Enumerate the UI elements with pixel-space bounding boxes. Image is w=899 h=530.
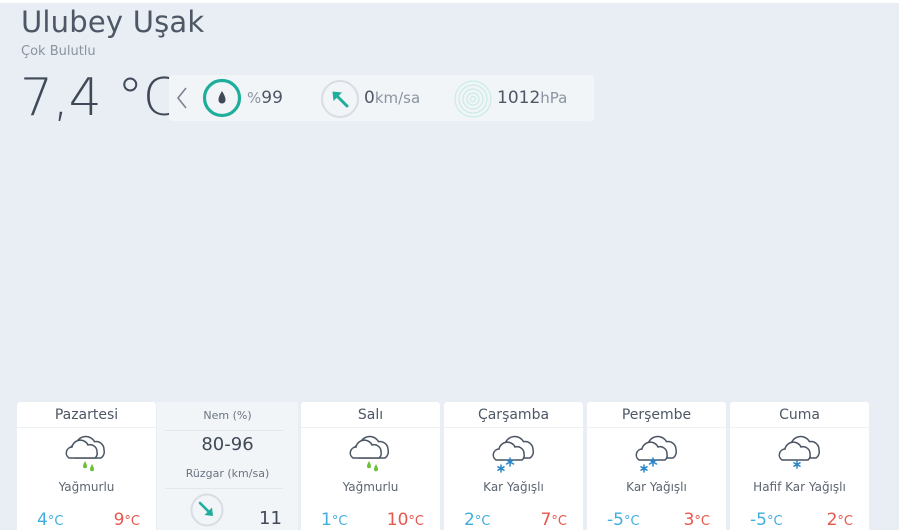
humidity-label: Nem (%) <box>203 409 252 422</box>
humidity-range: 80-96 <box>201 434 254 455</box>
humidity-readout: %99 <box>247 88 283 108</box>
low-temp: 4°C <box>37 510 63 530</box>
wind-label: Rüzgar (km/sa) <box>185 467 270 480</box>
high-temp-value: 7 <box>540 510 552 530</box>
forecast-day: Cuma <box>730 402 869 428</box>
high-temp: 7°C <box>541 510 567 530</box>
forecast-desc: Hafif Kar Yağışlı <box>753 480 846 494</box>
high-temp: 2°C <box>827 510 853 530</box>
forecast-card-pazartesi[interactable]: Pazartesi Yağmurlu 4°C 9°C <box>17 402 156 530</box>
detail-divider <box>165 488 283 489</box>
high-temp: 10°C <box>387 510 424 530</box>
high-temp-unit: °C <box>408 514 424 529</box>
current-temperature: 7,4 °C <box>20 68 179 128</box>
forecast-day: Salı <box>301 402 440 428</box>
forecast-detail-panel: Nem (%) 80-96 Rüzgar (km/sa) 11 <box>157 402 298 530</box>
high-temp-value: 3 <box>683 510 695 530</box>
chevron-left-icon[interactable] <box>173 85 191 115</box>
low-temp-unit: °C <box>766 514 783 529</box>
high-temp-unit: °C <box>124 514 140 529</box>
high-temp-unit: °C <box>551 514 567 529</box>
wind-speed: 11 <box>259 508 282 529</box>
low-temp-unit: °C <box>331 514 348 529</box>
low-temp-unit: °C <box>47 514 64 529</box>
forecast-day: Çarşamba <box>444 402 583 428</box>
low-temp: 1°C <box>321 510 347 530</box>
forecast-card-cuma[interactable]: Cuma Hafif Kar Yağışlı -5°C 2°C <box>730 402 869 530</box>
forecast-card-sali[interactable]: Salı Yağmurlu 1°C 10°C <box>301 402 440 530</box>
low-temp-value: 2 <box>464 510 475 530</box>
wind-direction-icon <box>320 79 360 123</box>
humidity-value: 99 <box>261 88 283 108</box>
wind-readout: 0km/sa <box>364 88 420 108</box>
low-temp-value: 1 <box>321 510 332 530</box>
forecast-card-carsamba[interactable]: Çarşamba Kar Yağışlı 2°C 7°C <box>444 402 583 530</box>
low-temp-unit: °C <box>474 514 491 529</box>
pressure-icon <box>453 79 493 123</box>
current-stats-panel: %99 0km/sa 1012hPa <box>169 75 594 121</box>
pressure-unit: hPa <box>540 89 568 107</box>
location-title: Ulubey Uşak <box>21 5 205 39</box>
forecast-day: Perşembe <box>587 402 726 428</box>
low-temp-value: 4 <box>37 510 48 530</box>
wind-direction-icon <box>190 493 224 530</box>
pressure-readout: 1012hPa <box>497 88 567 108</box>
low-temp-unit: °C <box>623 514 640 529</box>
humidity-drop-icon <box>202 78 242 122</box>
low-temp: -5°C <box>750 510 783 530</box>
high-temp-value: 9 <box>113 510 125 530</box>
forecast-desc: Kar Yağışlı <box>626 480 687 494</box>
forecast-desc: Yağmurlu <box>58 480 115 494</box>
forecast-card-persembe[interactable]: Perşembe Kar Yağışlı -5°C 3°C <box>587 402 726 530</box>
high-temp-unit: °C <box>694 514 710 529</box>
low-temp-value: -5 <box>750 510 767 530</box>
forecast-day: Pazartesi <box>17 402 156 428</box>
condition-text: Çok Bulutlu <box>21 44 96 59</box>
low-temp: -5°C <box>607 510 640 530</box>
rain-cloud-icon <box>347 434 395 478</box>
low-temp-value: -5 <box>607 510 624 530</box>
wind-value: 0 <box>364 88 375 108</box>
forecast-desc: Kar Yağışlı <box>483 480 544 494</box>
snow-cloud-icon <box>490 434 538 478</box>
high-temp: 9°C <box>114 510 140 530</box>
high-temp-unit: °C <box>837 514 853 529</box>
rain-cloud-icon <box>63 434 111 478</box>
high-temp-value: 2 <box>826 510 838 530</box>
forecast-desc: Yağmurlu <box>342 480 399 494</box>
pressure-value: 1012 <box>497 88 541 108</box>
top-divider <box>0 0 899 3</box>
humidity-prefix: % <box>247 89 262 107</box>
high-temp-value: 10 <box>386 510 409 530</box>
light-snow-cloud-icon <box>776 434 824 478</box>
low-temp: 2°C <box>464 510 490 530</box>
snow-cloud-icon <box>633 434 681 478</box>
detail-divider <box>165 430 283 431</box>
wind-unit: km/sa <box>374 89 421 107</box>
high-temp: 3°C <box>684 510 710 530</box>
